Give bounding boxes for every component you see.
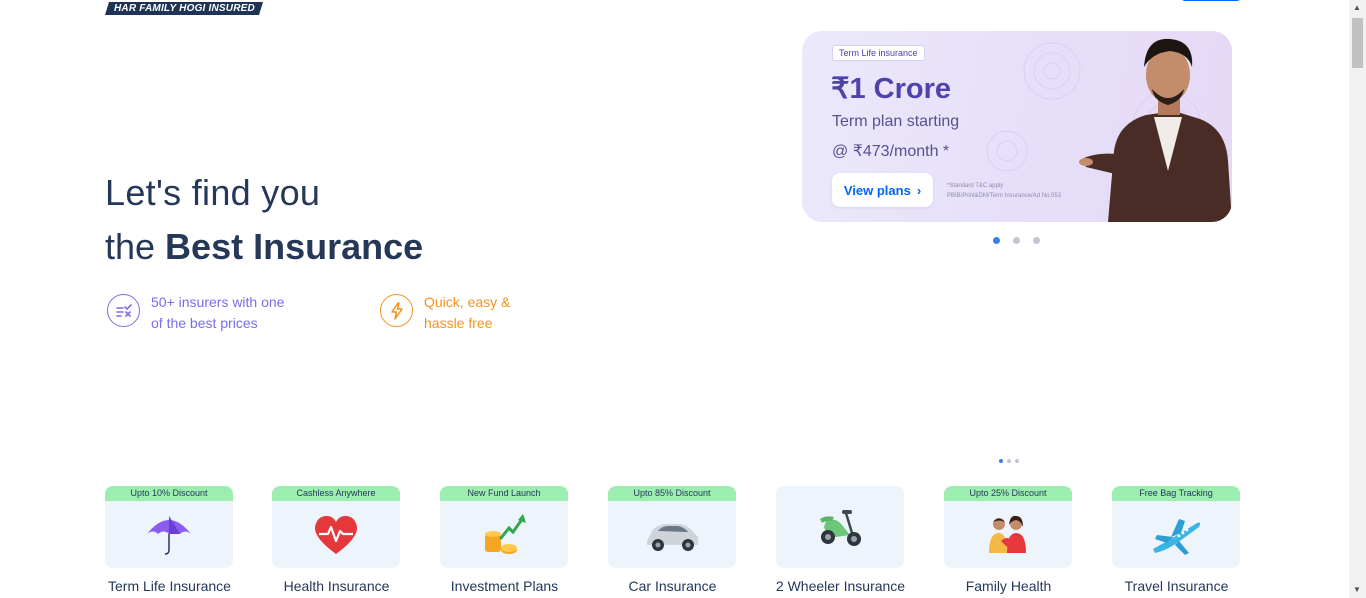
scroll-up-icon[interactable]: ▲ (1353, 3, 1361, 12)
banner-dot-1[interactable] (993, 237, 1000, 244)
feature-quick: Quick, easy & hassle free (380, 292, 534, 334)
promo-banner[interactable]: Term Life insurance ₹1 Crore Term plan s… (802, 31, 1232, 222)
product-card[interactable]: Upto 10% Discount (105, 486, 233, 568)
product-card[interactable] (776, 486, 904, 568)
product-badge: Upto 25% Discount (944, 486, 1072, 501)
headline-line1: Let's find you (105, 172, 321, 213)
product-travel[interactable]: Free Bag Tracking Travel Insurance (1112, 486, 1241, 594)
feature-insurers: 50+ insurers with one of the best prices (107, 292, 301, 334)
feature-insurers-text: 50+ insurers with one of the best prices (151, 292, 301, 334)
banner-pagination (993, 237, 1040, 244)
product-card[interactable]: New Fund Launch (440, 486, 568, 568)
hero-headline: Let's find you the Best Insurance (105, 167, 423, 275)
terms-note: *Standard T&C apply PBIB/Print&DM/Term I… (947, 181, 1061, 201)
scrollbar-thumb[interactable] (1352, 18, 1363, 68)
lightning-icon (380, 294, 413, 327)
terms-line-1: *Standard T&C apply (947, 183, 1004, 189)
product-card[interactable]: Free Bag Tracking (1112, 486, 1240, 568)
term-life-pill: Term Life insurance (832, 45, 925, 61)
chevron-right-icon: › (916, 182, 922, 198)
banner-amount: ₹1 Crore (831, 73, 951, 105)
umbrella-icon (105, 504, 233, 566)
feature-insurers-line1: 50+ insurers with one (151, 294, 285, 310)
product-badge: Upto 85% Discount (608, 486, 736, 501)
headline-line2-prefix: the (105, 226, 166, 267)
product-term-life[interactable]: Upto 10% Discount Term Life Insurance (105, 486, 234, 594)
products-dot-2[interactable] (1007, 459, 1011, 463)
product-two-wheeler[interactable]: 2 Wheeler Insurance (776, 486, 905, 594)
product-car[interactable]: Upto 85% Discount Car Insurance (608, 486, 737, 594)
feature-insurers-line2: of the best prices (151, 315, 258, 331)
product-label[interactable]: Car Insurance (578, 578, 767, 594)
headline-line2-bold: Best Insurance (165, 226, 424, 267)
ambassador-photo (1079, 38, 1232, 222)
product-label[interactable]: 2 Wheeler Insurance (746, 578, 935, 594)
product-label[interactable]: Health Insurance (242, 578, 431, 594)
product-label[interactable]: Investment Plans (410, 578, 599, 594)
feature-quick-line1: Quick, easy & (424, 294, 511, 310)
product-investment[interactable]: New Fund Launch Investment Plans (440, 486, 569, 594)
feature-quick-line2: hassle free (424, 315, 493, 331)
product-badge: New Fund Launch (440, 486, 568, 501)
product-label[interactable]: Travel Insurance (1082, 578, 1271, 594)
product-card[interactable]: Cashless Anywhere (272, 486, 400, 568)
coins-growth-icon (440, 504, 568, 566)
car-icon (608, 504, 736, 566)
products-pagination (999, 459, 1019, 463)
products-dot-3[interactable] (1015, 459, 1019, 463)
family-icon (944, 504, 1072, 566)
banner-dot-3[interactable] (1033, 237, 1040, 244)
banner-subtitle-1: Term plan starting (832, 113, 960, 130)
view-plans-button[interactable]: View plans › (832, 173, 933, 207)
banner-subtitle-2: @ ₹473/month * (832, 143, 950, 160)
view-plans-label: View plans (843, 182, 911, 198)
headline-line2: the Best Insurance (105, 219, 423, 275)
product-label[interactable]: Family Health (914, 578, 1103, 594)
page-scrollbar[interactable]: ▲ ▼ (1349, 0, 1366, 598)
product-label[interactable]: Term Life Insurance (75, 578, 264, 594)
scroll-down-icon[interactable]: ▼ (1353, 585, 1361, 594)
login-button[interactable] (1181, 0, 1241, 1)
scooter-icon (776, 496, 904, 558)
banner-dot-2[interactable] (1013, 237, 1020, 244)
compare-icon (107, 294, 140, 327)
product-badge: Free Bag Tracking (1112, 486, 1240, 501)
product-badge: Upto 10% Discount (105, 486, 233, 501)
product-health[interactable]: Cashless Anywhere Health Insurance (272, 486, 401, 594)
terms-line-2: PBIB/Print&DM/Term Insurance/Ad No.053 (947, 193, 1062, 199)
product-family-health[interactable]: Upto 25% Discount Family Health (944, 486, 1073, 594)
product-card[interactable]: Upto 25% Discount (944, 486, 1072, 568)
product-badge: Cashless Anywhere (272, 486, 400, 501)
airplane-icon (1112, 504, 1240, 566)
brand-tagline: HAR FAMILY HOGI INSURED (105, 2, 263, 15)
feature-quick-text: Quick, easy & hassle free (424, 292, 534, 334)
heart-pulse-icon (272, 504, 400, 566)
product-card[interactable]: Upto 85% Discount (608, 486, 736, 568)
products-dot-1[interactable] (999, 459, 1003, 463)
